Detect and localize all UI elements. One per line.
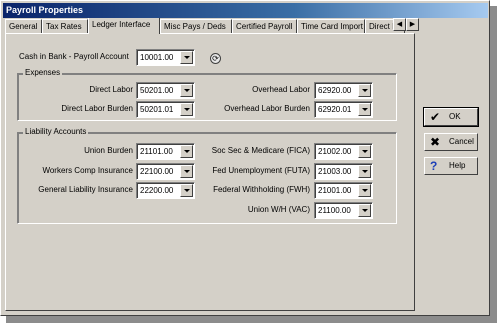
fwh-label: Federal Withholding (FWH): [213, 185, 310, 194]
chevron-down-icon[interactable]: [180, 103, 193, 116]
futa-combo[interactable]: 21003.00: [314, 163, 373, 180]
cash-in-bank-combo[interactable]: 10001.00: [136, 49, 195, 66]
union-wh-combo[interactable]: 21100.00: [314, 202, 373, 219]
chevron-down-icon[interactable]: [358, 165, 371, 178]
chevron-down-icon[interactable]: [180, 145, 193, 158]
workers-comp-value: 22100.00: [140, 167, 174, 176]
futa-label: Fed Unemployment (FUTA): [212, 166, 310, 175]
fica-value: 21002.00: [318, 147, 352, 156]
union-burden-label: Union Burden: [84, 146, 133, 155]
overhead-labor-burden-value: 62920.01: [318, 105, 352, 114]
cash-in-bank-label: Cash in Bank - Payroll Account: [19, 52, 129, 61]
tab-general[interactable]: General: [5, 19, 42, 34]
ok-button[interactable]: ✔ OK: [423, 107, 479, 127]
tab-scroll: ◀ ▶: [393, 18, 419, 31]
check-icon: ✔: [430, 110, 441, 124]
liability-accounts-title: Liability Accounts: [23, 127, 89, 137]
expenses-title: Expenses: [23, 68, 63, 78]
overhead-labor-combo[interactable]: 62920.00: [314, 82, 373, 99]
chevron-down-icon[interactable]: [358, 145, 371, 158]
window-shadow-right: [490, 6, 497, 323]
lookup-icon[interactable]: ⟳: [210, 53, 221, 64]
union-burden-combo[interactable]: 21101.00: [136, 143, 195, 160]
chevron-down-icon[interactable]: [180, 184, 193, 197]
union-burden-value: 21101.00: [140, 147, 173, 156]
general-liability-label: General Liability Insurance: [38, 185, 133, 194]
chevron-down-icon[interactable]: [358, 84, 371, 97]
cancel-button[interactable]: ✖ Cancel: [424, 133, 478, 151]
question-icon: ?: [430, 159, 438, 173]
overhead-labor-label: Overhead Labor: [252, 85, 310, 94]
overhead-labor-value: 62920.00: [318, 86, 352, 95]
direct-labor-combo[interactable]: 50201.00: [136, 82, 195, 99]
tab-ledger-interface[interactable]: Ledger Interface: [88, 18, 160, 34]
direct-labor-label: Direct Labor: [89, 85, 133, 94]
help-label: Help: [449, 161, 466, 170]
workers-comp-label: Workers Comp Insurance: [42, 166, 133, 175]
cancel-label: Cancel: [449, 137, 474, 146]
direct-labor-burden-label: Direct Labor Burden: [61, 104, 133, 113]
window-title: Payroll Properties: [6, 5, 84, 15]
overhead-labor-burden-combo[interactable]: 62920.01: [314, 101, 373, 118]
window-shadow-bottom: [6, 316, 497, 323]
direct-labor-value: 50201.00: [140, 86, 174, 95]
general-liability-value: 22200.00: [140, 186, 174, 195]
union-wh-value: 21100.00: [318, 206, 351, 215]
x-icon: ✖: [430, 135, 441, 149]
union-wh-label: Union W/H (VAC): [247, 205, 310, 214]
chevron-down-icon[interactable]: [180, 51, 193, 64]
tab-scroll-left-icon[interactable]: ◀: [393, 18, 406, 31]
overhead-labor-burden-label: Overhead Labor Burden: [224, 104, 310, 113]
fica-label: Soc Sec & Medicare (FICA): [211, 146, 310, 155]
general-liability-combo[interactable]: 22200.00: [136, 182, 195, 199]
tab-misc-pays-deds[interactable]: Misc Pays / Deds: [160, 19, 232, 34]
tab-certified-payroll[interactable]: Certified Payroll: [232, 19, 297, 34]
direct-labor-burden-combo[interactable]: 50201.01: [136, 101, 195, 118]
workers-comp-combo[interactable]: 22100.00: [136, 163, 195, 180]
cash-in-bank-value: 10001.00: [140, 53, 174, 62]
fica-combo[interactable]: 21002.00: [314, 143, 373, 160]
ok-label: OK: [449, 112, 461, 121]
tab-time-card-import[interactable]: Time Card Import: [297, 19, 365, 34]
tab-strip: General Tax Rates Ledger Interface Misc …: [5, 18, 420, 34]
direct-labor-burden-value: 50201.01: [140, 105, 174, 114]
futa-value: 21003.00: [318, 167, 352, 176]
payroll-properties-dialog: Payroll Properties General Tax Rates Led…: [0, 0, 490, 316]
tab-scroll-right-icon[interactable]: ▶: [406, 18, 419, 31]
chevron-down-icon[interactable]: [358, 103, 371, 116]
title-bar: Payroll Properties: [3, 3, 488, 18]
chevron-down-icon[interactable]: [180, 84, 193, 97]
chevron-down-icon[interactable]: [180, 165, 193, 178]
help-button[interactable]: ? Help: [424, 157, 478, 175]
fwh-combo[interactable]: 21001.00: [314, 182, 373, 199]
tab-tax-rates[interactable]: Tax Rates: [42, 19, 88, 34]
chevron-down-icon[interactable]: [358, 204, 371, 217]
fwh-value: 21001.00: [318, 186, 352, 195]
chevron-down-icon[interactable]: [358, 184, 371, 197]
